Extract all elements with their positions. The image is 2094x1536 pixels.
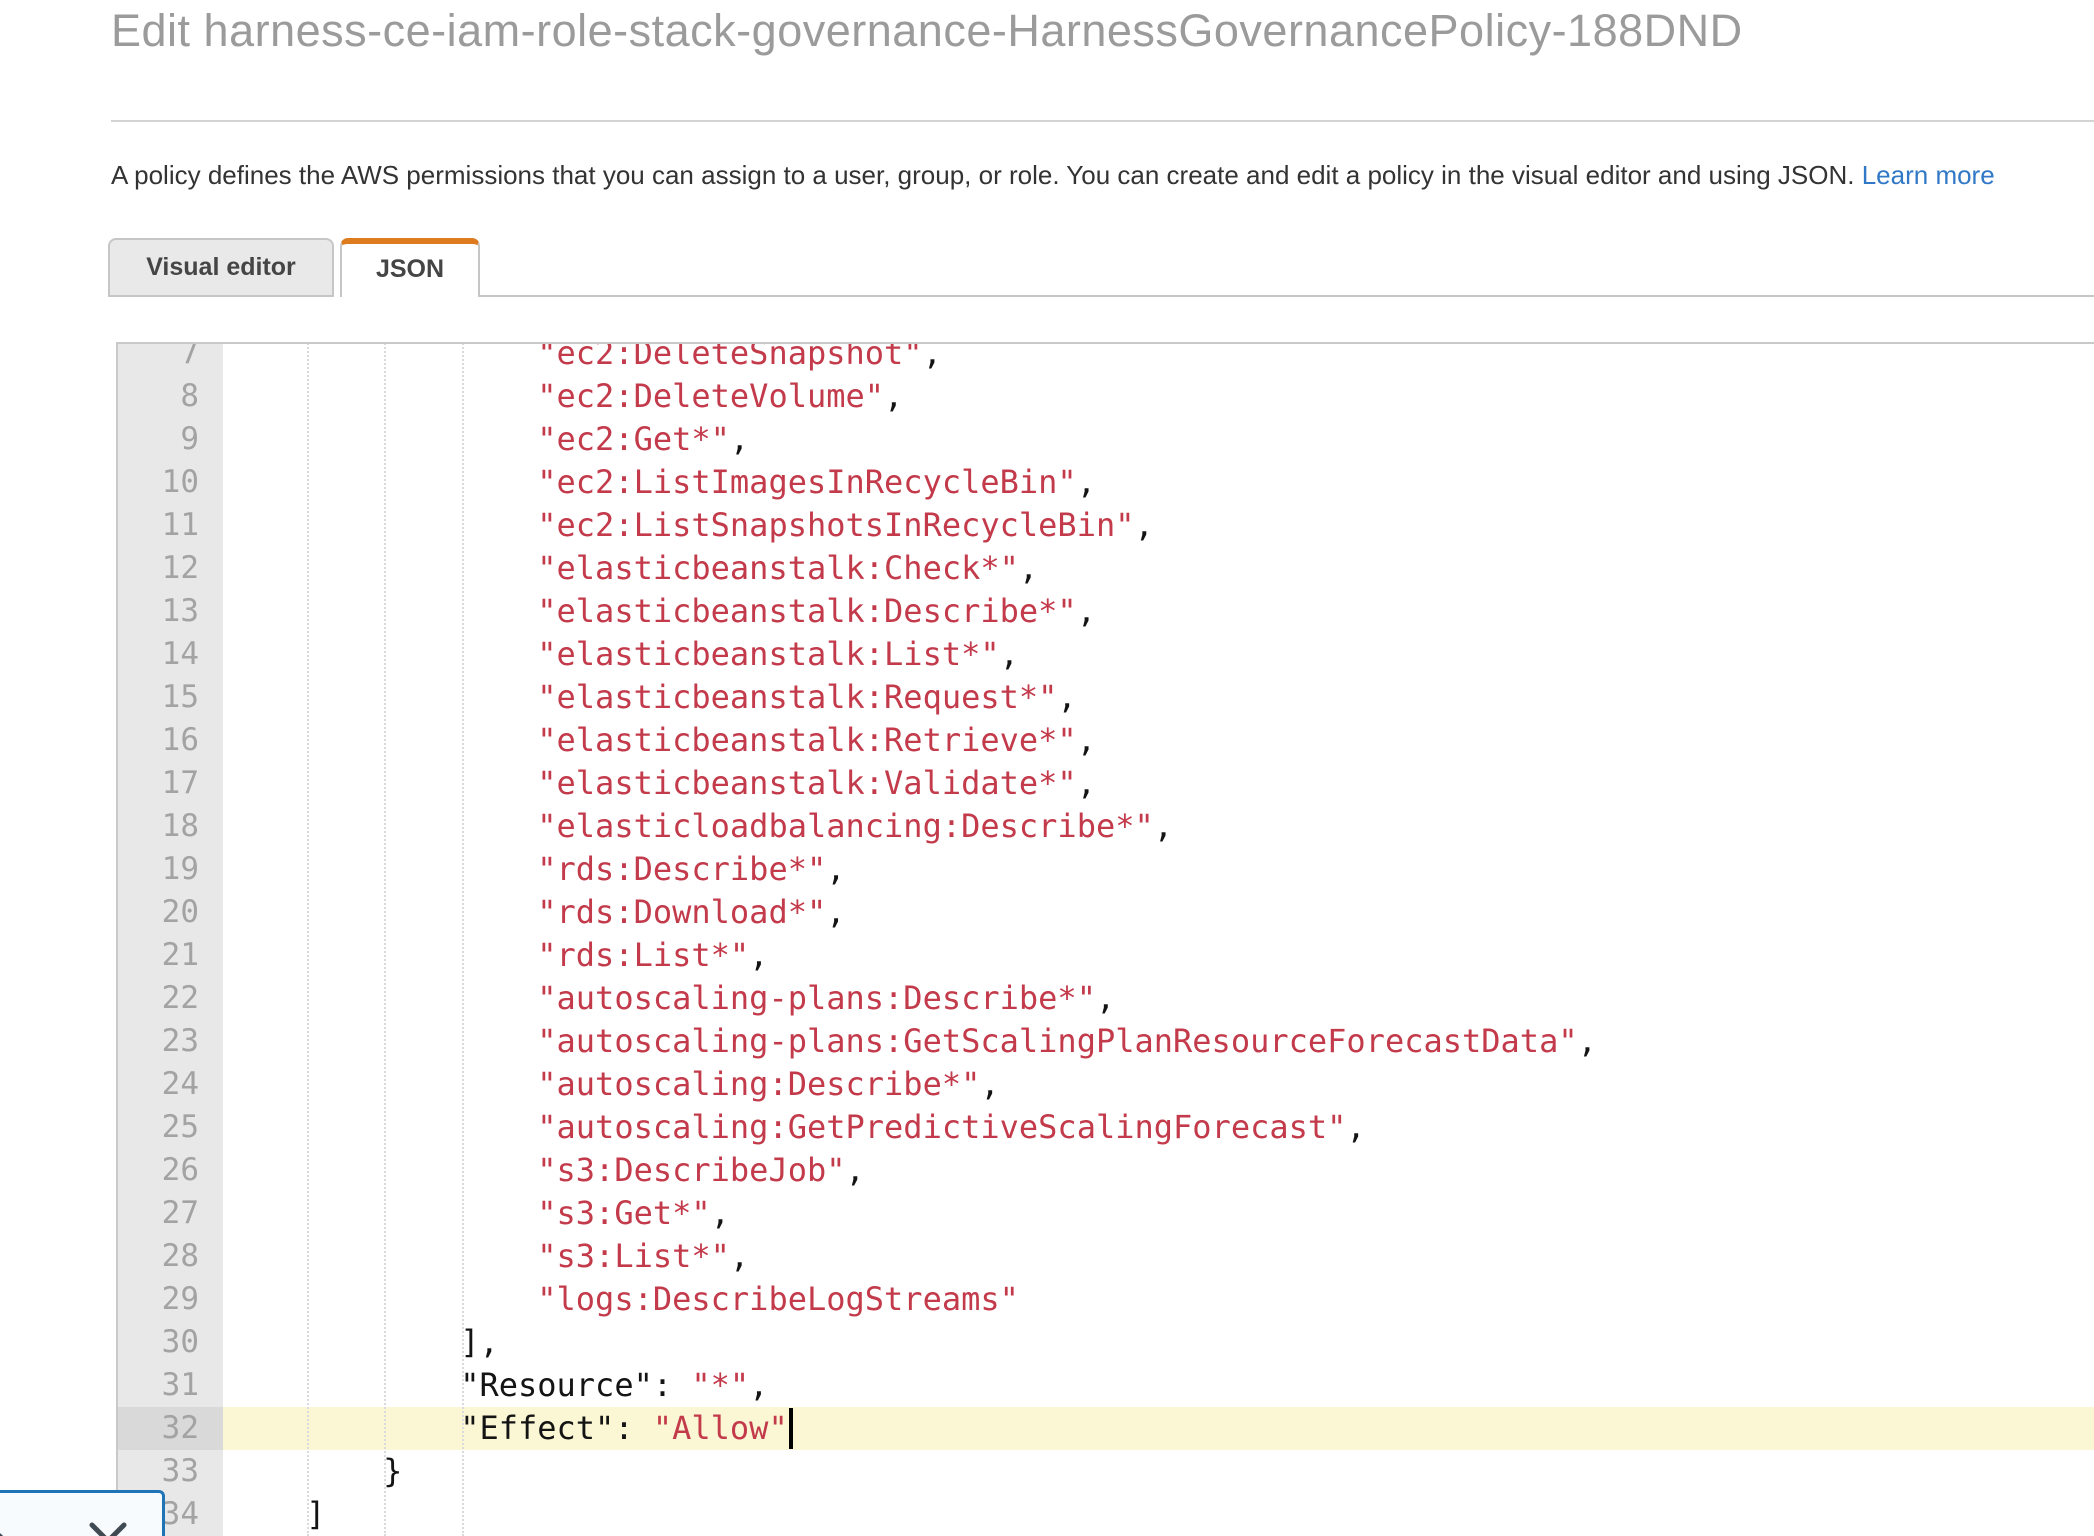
- code-line[interactable]: "ec2:DeleteSnapshot",: [223, 342, 2094, 375]
- code-line[interactable]: "Resource": "*",: [223, 1364, 2094, 1407]
- code-line[interactable]: "autoscaling:Describe*",: [223, 1063, 2094, 1106]
- page-title: Edit harness-ce-iam-role-stack-governanc…: [111, 5, 1743, 57]
- code-line[interactable]: }: [223, 1450, 2094, 1493]
- code-line[interactable]: "autoscaling:GetPredictiveScalingForecas…: [223, 1106, 2094, 1149]
- code-line[interactable]: "ec2:ListSnapshotsInRecycleBin",: [223, 504, 2094, 547]
- line-number: 8: [118, 375, 223, 418]
- line-number: 15: [118, 676, 223, 719]
- code-line[interactable]: "Effect": "Allow": [223, 1407, 2094, 1450]
- code-line[interactable]: "autoscaling-plans:Describe*",: [223, 977, 2094, 1020]
- json-policy-editor[interactable]: 7891011121314151617181920212223242526272…: [116, 342, 2094, 1536]
- line-number: 7: [118, 342, 223, 375]
- code-line[interactable]: "ec2:ListImagesInRecycleBin",: [223, 461, 2094, 504]
- line-number: 23: [118, 1020, 223, 1063]
- line-number: 33: [118, 1450, 223, 1493]
- code-line[interactable]: "elasticloadbalancing:Describe*",: [223, 805, 2094, 848]
- line-number: 32: [118, 1407, 223, 1450]
- code-line[interactable]: "elasticbeanstalk:Retrieve*",: [223, 719, 2094, 762]
- code-line[interactable]: "ec2:Get*",: [223, 418, 2094, 461]
- code-line[interactable]: "autoscaling-plans:GetScalingPlanResourc…: [223, 1020, 2094, 1063]
- code-line[interactable]: "logs:DescribeLogStreams": [223, 1278, 2094, 1321]
- code-line[interactable]: "s3:DescribeJob",: [223, 1149, 2094, 1192]
- line-number: 13: [118, 590, 223, 633]
- code-line[interactable]: "rds:Describe*",: [223, 848, 2094, 891]
- code-line[interactable]: "elasticbeanstalk:List*",: [223, 633, 2094, 676]
- code-line[interactable]: ]: [223, 1493, 2094, 1536]
- learn-more-link[interactable]: Learn more: [1862, 160, 1995, 190]
- line-number: 27: [118, 1192, 223, 1235]
- line-number: 22: [118, 977, 223, 1020]
- notification-icon-fragment: [0, 1526, 11, 1536]
- code-line[interactable]: "rds:Download*",: [223, 891, 2094, 934]
- code-line[interactable]: "ec2:DeleteVolume",: [223, 375, 2094, 418]
- divider: [111, 120, 2094, 122]
- tab-visual-editor[interactable]: Visual editor: [108, 238, 334, 297]
- code-line[interactable]: ],: [223, 1321, 2094, 1364]
- text-cursor: [789, 1408, 793, 1449]
- line-number: 25: [118, 1106, 223, 1149]
- code-line[interactable]: "elasticbeanstalk:Validate*",: [223, 762, 2094, 805]
- line-number: 26: [118, 1149, 223, 1192]
- line-number: 17: [118, 762, 223, 805]
- line-number: 16: [118, 719, 223, 762]
- code-line[interactable]: "elasticbeanstalk:Check*",: [223, 547, 2094, 590]
- code-line[interactable]: "elasticbeanstalk:Request*",: [223, 676, 2094, 719]
- line-number: 14: [118, 633, 223, 676]
- line-number: 24: [118, 1063, 223, 1106]
- line-number: 12: [118, 547, 223, 590]
- line-number: 21: [118, 934, 223, 977]
- line-number: 19: [118, 848, 223, 891]
- editor-line-numbers: 7891011121314151617181920212223242526272…: [118, 342, 223, 1536]
- line-number: 9: [118, 418, 223, 461]
- line-number: 10: [118, 461, 223, 504]
- code-line[interactable]: "s3:List*",: [223, 1235, 2094, 1278]
- tab-bar-line: [478, 295, 2094, 297]
- line-number: 30: [118, 1321, 223, 1364]
- line-number: 18: [118, 805, 223, 848]
- policy-description-text: A policy defines the AWS permissions tha…: [111, 160, 1862, 190]
- line-number: 11: [118, 504, 223, 547]
- notification-box: [0, 1490, 165, 1536]
- close-icon[interactable]: [86, 1519, 130, 1536]
- line-number: 31: [118, 1364, 223, 1407]
- line-number: 29: [118, 1278, 223, 1321]
- code-line[interactable]: "rds:List*",: [223, 934, 2094, 977]
- code-line[interactable]: "elasticbeanstalk:Describe*",: [223, 590, 2094, 633]
- editor-code-area[interactable]: "ec2:DeleteSnapshot", "ec2:DeleteVolume"…: [223, 342, 2094, 1536]
- line-number: 20: [118, 891, 223, 934]
- code-line[interactable]: "s3:Get*",: [223, 1192, 2094, 1235]
- policy-description: A policy defines the AWS permissions tha…: [111, 160, 2094, 191]
- tab-json[interactable]: JSON: [340, 238, 480, 297]
- line-number: 28: [118, 1235, 223, 1278]
